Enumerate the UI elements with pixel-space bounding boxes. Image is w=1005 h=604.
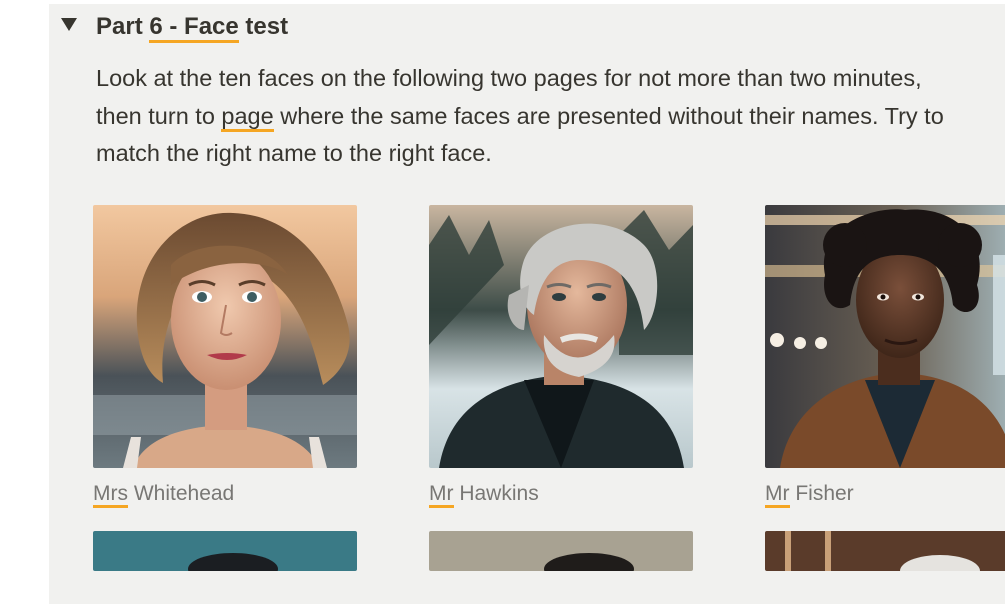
face-photo-row2-2[interactable] <box>429 531 693 571</box>
face-caption-whitehead[interactable]: Mrs Whitehead <box>93 482 357 508</box>
section-description[interactable]: Look at the ten faces on the following t… <box>96 60 1005 173</box>
description-line-1: Look at the ten faces on the following t… <box>96 65 922 91</box>
toggle-triangle-down-icon[interactable] <box>60 15 78 33</box>
face-photo-fisher[interactable] <box>765 205 1005 468</box>
face-card-whitehead: Mrs Whitehead <box>93 205 357 508</box>
spellcheck-underline-title: Mr <box>765 482 790 508</box>
face-photo-whitehead[interactable] <box>93 205 357 468</box>
description-line-2: then turn to page where the same faces a… <box>96 98 1005 136</box>
face-photo-row2-1[interactable] <box>93 531 357 571</box>
description-line-3: match the right name to the right face. <box>96 140 492 166</box>
face-card-hawkins: Mr Hawkins <box>429 205 693 508</box>
page-link[interactable]: page <box>221 102 274 132</box>
face-caption-fisher[interactable]: Mr Fisher <box>765 482 1005 508</box>
spellcheck-underline-title: Mrs <box>93 482 128 508</box>
face-photo-row2-3[interactable] <box>765 531 1005 571</box>
spellcheck-underline-title: Mr <box>429 482 454 508</box>
face-caption-hawkins[interactable]: Mr Hawkins <box>429 482 693 508</box>
spellcheck-underline-heading: 6 - Face <box>149 13 239 43</box>
section-heading[interactable]: Part 6 - Face test <box>96 12 288 43</box>
face-card-fisher: Mr Fisher <box>765 205 1005 508</box>
face-photo-hawkins[interactable] <box>429 205 693 468</box>
